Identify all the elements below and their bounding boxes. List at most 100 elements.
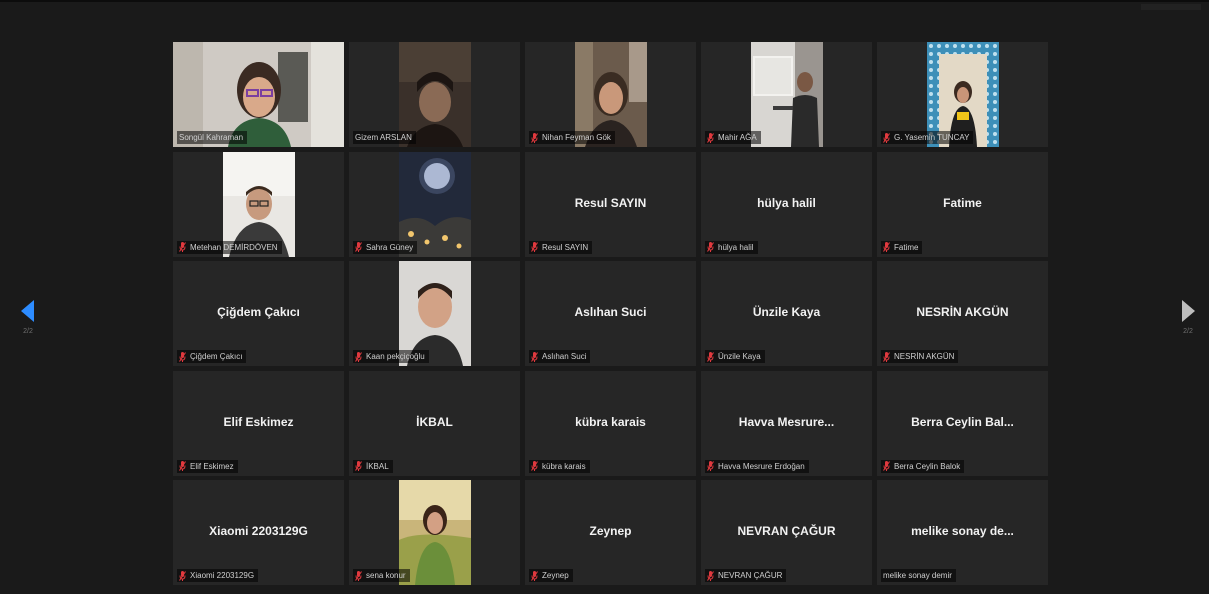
participant-tile[interactable]: Nihan Feyman Gök — [525, 42, 696, 147]
participant-tile[interactable]: Xiaomi 2203129G Xiaomi 2203129G — [173, 480, 344, 585]
mic-muted-icon — [179, 570, 186, 581]
participant-tile[interactable]: melike sonay de... melike sonay demir — [877, 480, 1048, 585]
participant-grid: Songül Kahraman Gizem ARSLAN Nihan Feyman … — [173, 42, 1048, 585]
mic-muted-icon — [883, 132, 890, 143]
mic-muted-icon — [883, 461, 890, 471]
participant-tile[interactable]: sena konur — [349, 480, 520, 585]
participant-name-label: Songül Kahraman — [177, 131, 248, 144]
participant-name-label: Çiğdem Çakıcı — [177, 350, 247, 363]
participant-display-name: melike sonay de... — [911, 524, 1014, 538]
participant-display-name: Berra Ceylin Bal... — [911, 414, 1014, 429]
participant-name-label: Resul SAYIN — [529, 240, 593, 254]
participant-name-label: sena konur — [353, 569, 410, 582]
participant-label-text: Xiaomi 2203129G — [190, 571, 255, 580]
participant-tile[interactable]: Metehan DEMİRDÖVEN — [173, 151, 344, 257]
participant-display-name: Ünzile Kaya — [752, 305, 821, 319]
participant-tile[interactable]: Sahra Güney — [349, 151, 520, 257]
participant-name-label: Elif Eskimez — [177, 459, 238, 473]
mic-muted-icon — [531, 570, 538, 581]
participant-tile[interactable]: hülya halil hülya halil — [701, 151, 872, 257]
participant-label-text: melike sonay demir — [883, 571, 952, 580]
participant-tile[interactable]: G. Yasemin TUNCAY — [877, 42, 1048, 147]
mic-muted-icon — [883, 351, 890, 362]
participant-display-name: NESRİN AKGÜN — [916, 305, 1009, 319]
participant-tile[interactable]: Resul SAYIN Resul SAYIN — [525, 151, 696, 257]
participant-name-label: Xiaomi 2203129G — [177, 569, 259, 582]
mic-muted-icon — [883, 242, 890, 252]
mic-muted-icon — [531, 461, 538, 471]
participant-label-text: Kaan pekçiçoğlu — [366, 352, 425, 361]
participant-tile[interactable]: Çiğdem Çakıcı Çiğdem Çakıcı — [173, 261, 344, 366]
participant-label-text: Zeynep — [542, 571, 569, 580]
participant-video — [750, 42, 823, 147]
participant-tile[interactable]: Havva Mesrure... Havva Mesrure Erdoğan — [701, 370, 872, 476]
participant-label-text: Aslıhan Suci — [542, 352, 587, 361]
participant-tile[interactable]: Fatime Fatime — [877, 151, 1048, 257]
top-toolbar-stub — [1141, 4, 1201, 10]
participant-display-name: NEVRAN ÇAĞUR — [737, 524, 836, 538]
participant-display-name: Zeynep — [589, 524, 632, 538]
participant-tile[interactable]: Gizem ARSLAN — [349, 42, 520, 147]
mic-muted-icon — [707, 242, 714, 252]
mic-muted-icon — [179, 351, 186, 362]
participant-label-text: Gizem ARSLAN — [355, 133, 412, 142]
participant-tile[interactable]: Songül Kahraman — [173, 42, 344, 147]
participant-name-label: Ünzile Kaya — [705, 350, 765, 363]
participant-name-label: Berra Ceylin Balok — [881, 459, 965, 473]
participant-tile[interactable]: Aslıhan Suci Aslıhan Suci — [525, 261, 696, 366]
participant-tile[interactable]: Ünzile Kaya Ünzile Kaya — [701, 261, 872, 366]
participant-label-text: G. Yasemin TUNCAY — [894, 133, 970, 142]
mic-muted-icon — [707, 132, 714, 143]
participant-name-label: Zeynep — [529, 569, 573, 582]
participant-name-label: Aslıhan Suci — [529, 350, 591, 363]
participant-display-name: Elif Eskimez — [223, 414, 294, 429]
participant-label-text: Ünzile Kaya — [718, 352, 761, 361]
participant-label-text: sena konur — [366, 571, 406, 580]
mic-muted-icon — [531, 242, 538, 252]
participant-name-label: Havva Mesrure Erdoğan — [705, 459, 809, 473]
participant-display-name: hülya halil — [757, 195, 816, 210]
participant-name-label: Mahir AĞA — [705, 131, 761, 144]
participant-name-label: Metehan DEMİRDÖVEN — [177, 240, 282, 254]
participant-display-name: Xiaomi 2203129G — [209, 524, 308, 538]
participant-label-text: Resul SAYIN — [542, 242, 589, 252]
participant-name-label: Fatime — [881, 240, 923, 254]
participant-name-label: Nihan Feyman Gök — [529, 131, 615, 144]
participant-label-text: NESRİN AKGÜN — [894, 352, 955, 361]
participant-display-name: İKBAL — [416, 414, 453, 429]
participant-label-text: Havva Mesrure Erdoğan — [718, 461, 805, 471]
participant-tile[interactable]: NESRİN AKGÜN NESRİN AKGÜN — [877, 261, 1048, 366]
participant-name-label: hülya halil — [705, 240, 758, 254]
next-page-button[interactable]: 2/2 — [1178, 300, 1198, 335]
participant-display-name: Aslıhan Suci — [574, 305, 647, 319]
page-indicator: 2/2 — [23, 328, 33, 335]
mic-muted-icon — [531, 132, 538, 143]
participant-display-name: Resul SAYIN — [574, 195, 647, 210]
participant-display-name: kübra karais — [575, 414, 646, 429]
mic-muted-icon — [355, 461, 362, 471]
participant-tile[interactable]: Mahir AĞA — [701, 42, 872, 147]
participant-label-text: Çiğdem Çakıcı — [190, 352, 243, 361]
participant-display-name: Fatime — [943, 195, 982, 210]
page-indicator: 2/2 — [1183, 328, 1193, 335]
participant-tile[interactable]: Kaan pekçiçoğlu — [349, 261, 520, 366]
participant-tile[interactable]: kübra karais kübra karais — [525, 370, 696, 476]
participant-name-label: G. Yasemin TUNCAY — [881, 131, 974, 144]
participant-name-label: Gizem ARSLAN — [353, 131, 416, 144]
mic-muted-icon — [707, 570, 714, 581]
participant-name-label: NEVRAN ÇAĞUR — [705, 569, 787, 582]
mic-muted-icon — [355, 570, 362, 581]
participant-tile[interactable]: NEVRAN ÇAĞUR NEVRAN ÇAĞUR — [701, 480, 872, 585]
participant-name-label: Sahra Güney — [353, 240, 418, 254]
participant-display-name: Çiğdem Çakıcı — [217, 305, 300, 319]
participant-tile[interactable]: Berra Ceylin Bal... Berra Ceylin Balok — [877, 370, 1048, 476]
participant-tile[interactable]: Elif Eskimez Elif Eskimez — [173, 370, 344, 476]
participant-label-text: Elif Eskimez — [190, 461, 234, 471]
participant-tile[interactable]: Zeynep Zeynep — [525, 480, 696, 585]
participant-label-text: Berra Ceylin Balok — [894, 461, 961, 471]
previous-page-button[interactable]: 2/2 — [18, 300, 38, 335]
mic-muted-icon — [179, 461, 186, 471]
mic-muted-icon — [355, 351, 362, 362]
participant-display-name: Havva Mesrure... — [738, 414, 835, 429]
participant-tile[interactable]: İKBAL İKBAL — [349, 370, 520, 476]
